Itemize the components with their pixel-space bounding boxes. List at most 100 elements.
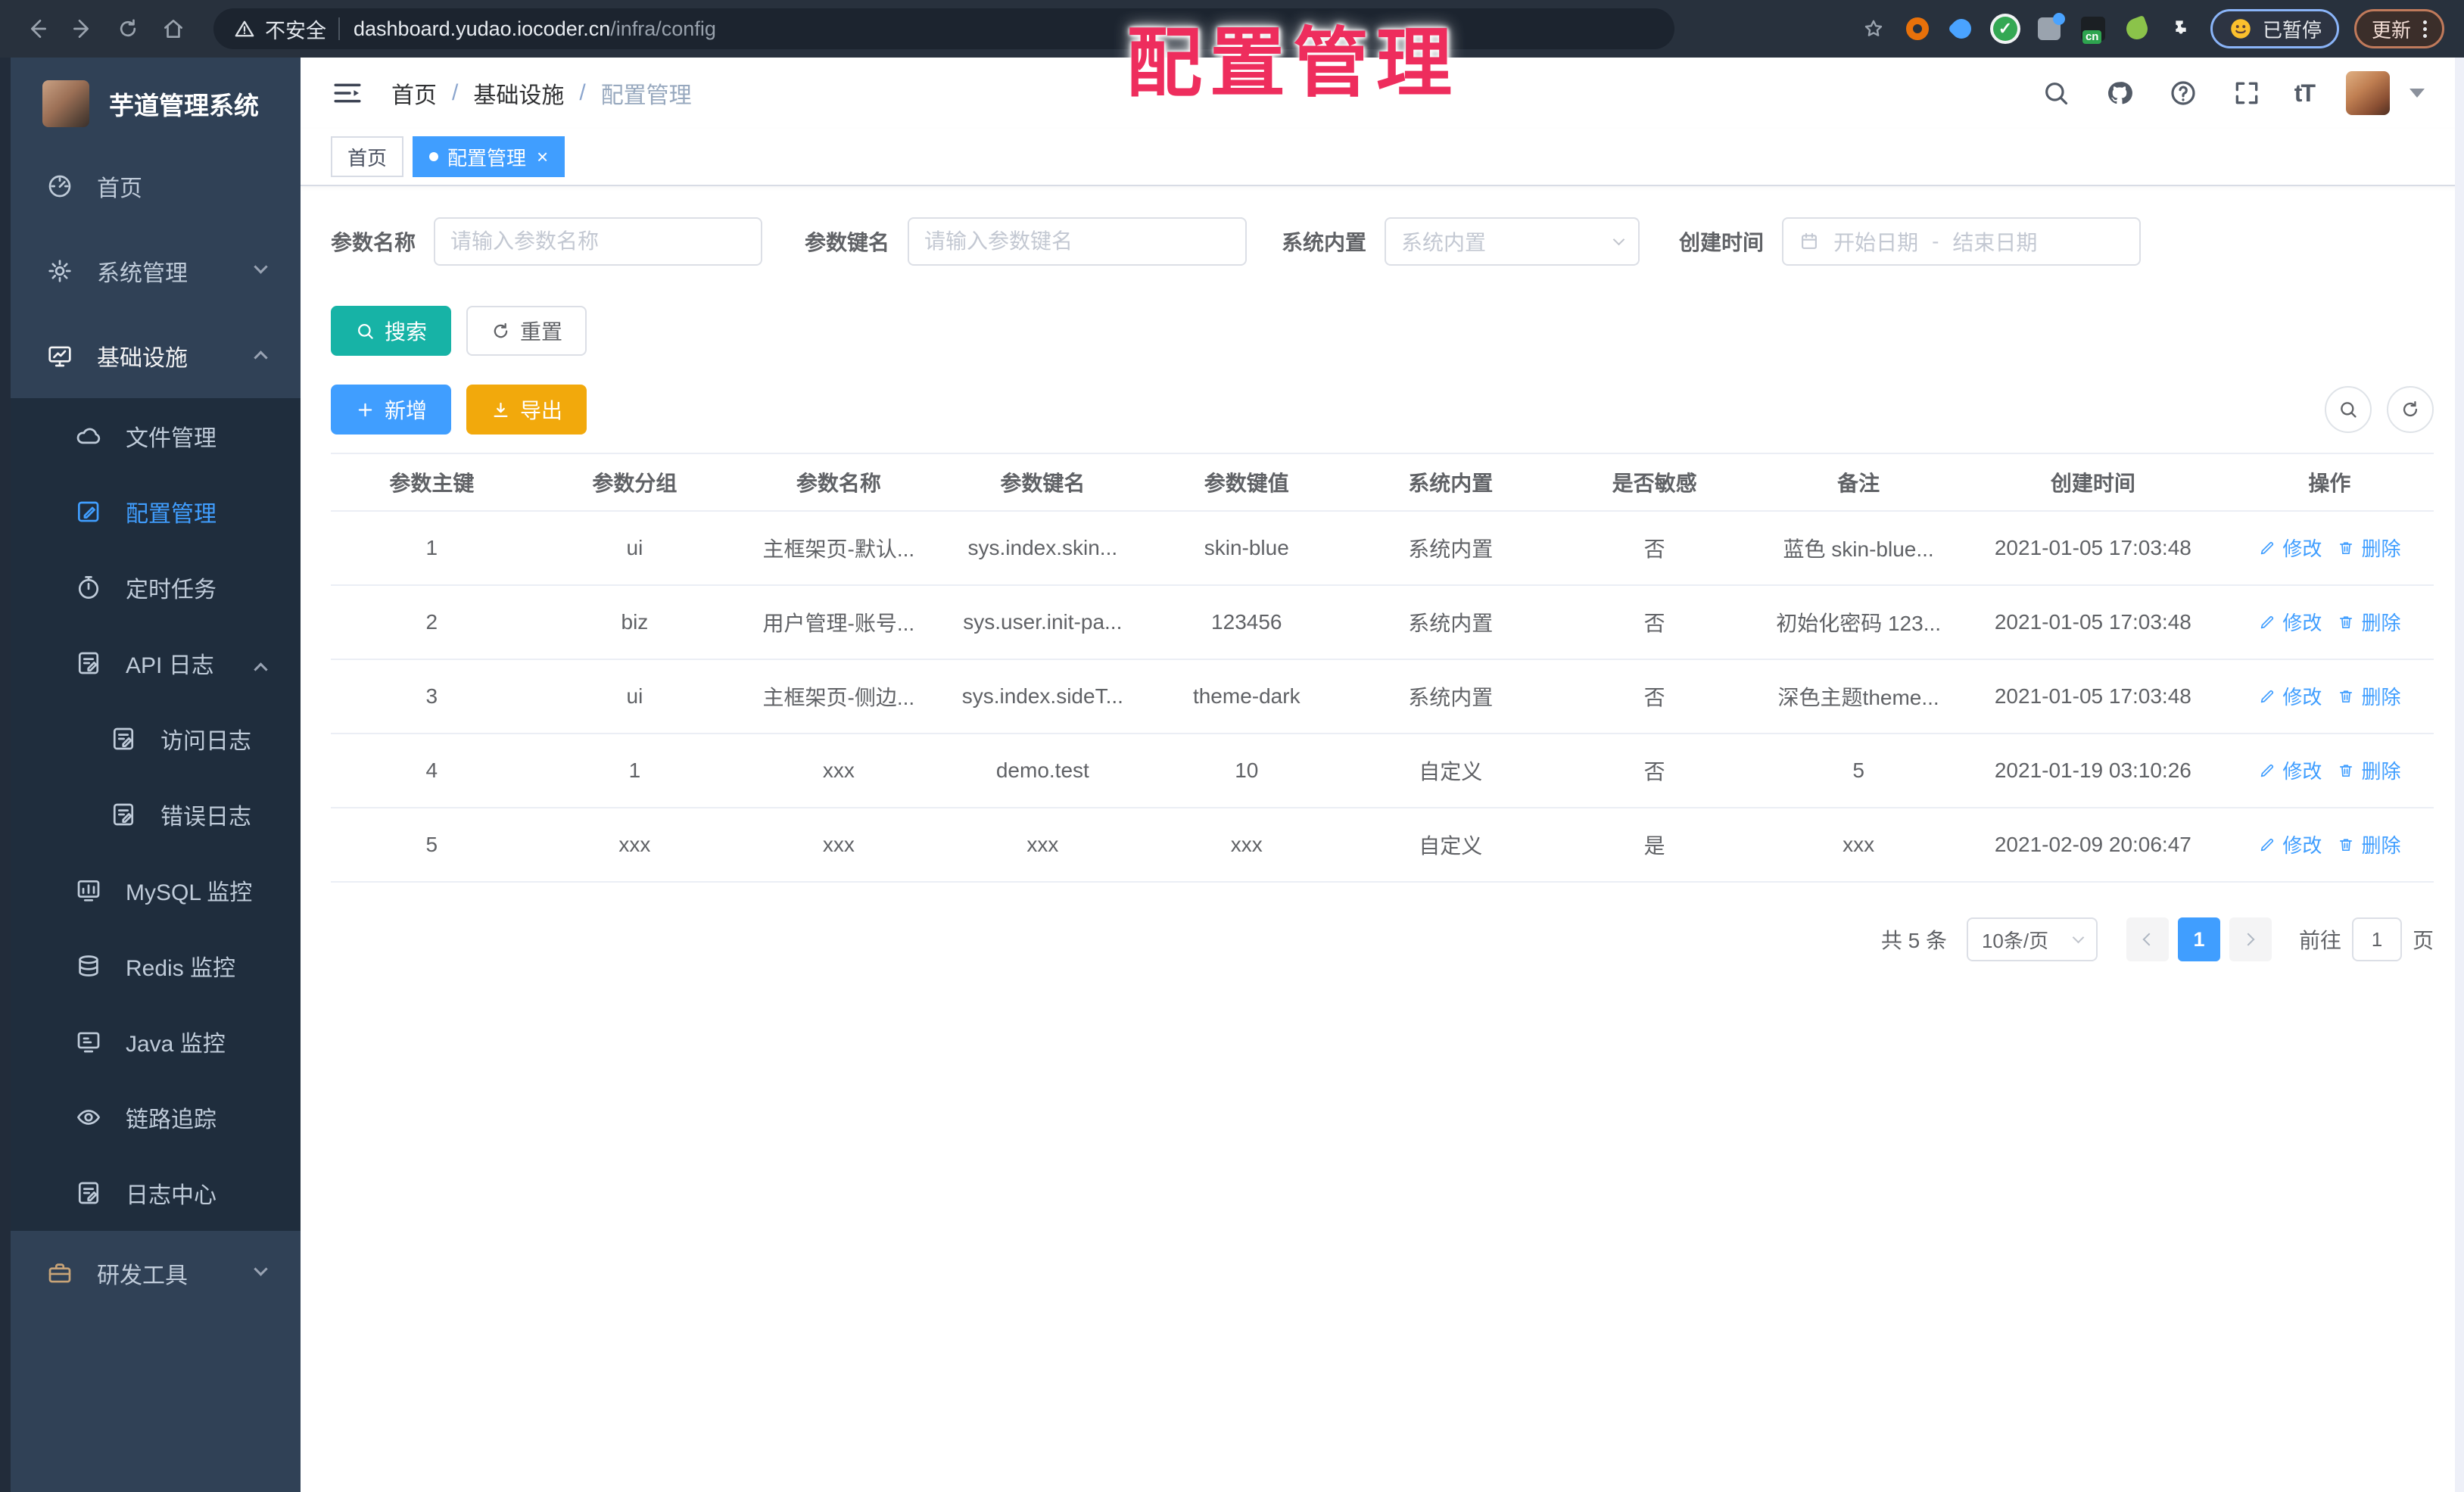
prev-page-button[interactable] xyxy=(2126,917,2169,961)
help-icon[interactable] xyxy=(2167,77,2199,109)
bookmark-star-icon[interactable] xyxy=(1859,14,1888,43)
browser-update-button[interactable]: 更新 xyxy=(2353,9,2444,48)
browser-menu-icon[interactable] xyxy=(2423,20,2427,38)
app-logo xyxy=(42,80,89,127)
avatar-caret-icon[interactable] xyxy=(2409,89,2425,98)
table-header-row: 参数主键 参数分组 参数名称 参数键名 参数键值 系统内置 是否敏感 备注 创建时间 操作 xyxy=(331,453,2434,512)
sidebar-item-系统管理[interactable]: 系统管理 xyxy=(11,229,301,313)
sidebar-item-错误日志[interactable]: 错误日志 xyxy=(11,777,301,852)
column-header-是否敏感: 是否敏感 xyxy=(1552,453,1757,512)
browser-home-icon[interactable] xyxy=(156,11,191,46)
chevron-up-icon xyxy=(254,350,268,365)
param-name-field[interactable] xyxy=(434,217,763,266)
sidebar-item-日志中心[interactable]: 日志中心 xyxy=(11,1155,301,1231)
doc-edit-icon xyxy=(74,1179,103,1207)
cell-key: sys.user.init-pa... xyxy=(940,585,1145,660)
export-button[interactable]: 导出 xyxy=(466,385,587,435)
sidebar-item-研发工具[interactable]: 研发工具 xyxy=(11,1231,301,1316)
sidebar-item-链路追踪[interactable]: 链路追踪 xyxy=(11,1079,301,1155)
goto-label: 前往 xyxy=(2298,929,2341,952)
table-body: 1 ui 主框架页-默认... sys.index.skin... skin-blue 系… xyxy=(331,511,2434,883)
reset-button[interactable]: 重置 xyxy=(466,306,587,356)
fullscreen-icon[interactable] xyxy=(2231,77,2263,109)
search-icon[interactable] xyxy=(2040,77,2072,109)
param-name-input[interactable] xyxy=(450,229,746,254)
edit-link[interactable]: 修改 xyxy=(2258,682,2322,710)
extension-green-check-icon[interactable]: ✓ xyxy=(1991,14,2020,43)
column-header-操作: 操作 xyxy=(2225,453,2434,512)
sidebar-item-基础设施[interactable]: 基础设施 xyxy=(11,313,301,398)
start-date-placeholder[interactable]: 开始日期 xyxy=(1833,226,1918,257)
extension-cn-icon[interactable]: cn xyxy=(2079,14,2107,44)
extension-grid-icon[interactable] xyxy=(2035,13,2065,43)
end-date-placeholder[interactable]: 结束日期 xyxy=(1952,226,2037,257)
delete-link[interactable]: 删除 xyxy=(2337,830,2400,858)
browser-forward-icon[interactable] xyxy=(65,11,100,46)
edit-link[interactable]: 修改 xyxy=(2258,756,2322,784)
cell-id: 2 xyxy=(331,585,533,660)
edit-link[interactable]: 修改 xyxy=(2258,608,2322,636)
cell-sensitive: 否 xyxy=(1552,511,1757,586)
doc-edit-icon xyxy=(74,649,103,677)
edit-link[interactable]: 修改 xyxy=(2258,830,2322,858)
sidebar-item-label: 基础设施 xyxy=(97,346,188,371)
cell-key: sys.index.sideT... xyxy=(940,659,1145,734)
sidebar-item-配置管理[interactable]: 配置管理 xyxy=(11,474,301,550)
page-size-select[interactable]: 10条/页 xyxy=(1966,917,2098,961)
security-label[interactable]: 不安全 xyxy=(265,14,326,44)
next-page-button[interactable] xyxy=(2229,917,2272,961)
browser-back-icon[interactable] xyxy=(20,11,55,46)
date-range-picker[interactable]: 开始日期 - 结束日期 xyxy=(1782,217,2142,266)
breadcrumb-item-首页[interactable]: 首页 xyxy=(391,76,437,110)
refresh-table-icon-button[interactable] xyxy=(2387,386,2434,433)
user-avatar[interactable] xyxy=(2346,71,2390,115)
sidebar-item-文件管理[interactable]: 文件管理 xyxy=(11,398,301,474)
sidebar-item-API 日志[interactable]: API 日志 xyxy=(11,625,301,701)
search-button[interactable]: 搜索 xyxy=(331,306,452,356)
sidebar-fold-icon[interactable] xyxy=(331,76,364,110)
param-key-input[interactable] xyxy=(924,229,1231,254)
param-key-field[interactable] xyxy=(908,217,1248,266)
delete-link[interactable]: 删除 xyxy=(2337,682,2400,710)
cell-id: 1 xyxy=(331,511,533,586)
browser-reload-icon[interactable] xyxy=(111,11,145,46)
sidebar-item-Java 监控[interactable]: Java 监控 xyxy=(11,1004,301,1079)
cell-sensitive: 是 xyxy=(1552,808,1757,883)
delete-link[interactable]: 删除 xyxy=(2337,534,2400,562)
github-icon[interactable] xyxy=(2104,77,2135,109)
builtin-select[interactable]: 系统内置 xyxy=(1385,217,1640,266)
sidebar-item-访问日志[interactable]: 访问日志 xyxy=(11,701,301,777)
edit-link[interactable]: 修改 xyxy=(2258,534,2322,562)
table-tools xyxy=(2325,386,2434,433)
delete-link[interactable]: 删除 xyxy=(2337,608,2400,636)
goto-page-input[interactable] xyxy=(2351,917,2402,961)
create-time-label: 创建时间 xyxy=(1679,231,1765,254)
extension-pin-icon[interactable] xyxy=(1947,14,1976,43)
profile-paused-pill[interactable]: 已暂停 xyxy=(2210,9,2339,48)
sidebar-item-label: 配置管理 xyxy=(126,502,216,527)
scrollbar[interactable] xyxy=(2455,58,2464,1492)
page-1-button[interactable]: 1 xyxy=(2177,917,2220,961)
url-bar[interactable]: 不安全 dashboard.yudao.iocoder.cn /infra/co… xyxy=(213,8,1674,49)
sidebar-item-Redis 监控[interactable]: Redis 监控 xyxy=(11,928,301,1004)
sidebar-item-label: 访问日志 xyxy=(160,729,251,754)
sidebar-item-首页[interactable]: 首页 xyxy=(11,144,301,229)
tag-close-icon[interactable]: × xyxy=(537,147,548,167)
toggle-search-icon-button[interactable] xyxy=(2325,386,2372,433)
tag-home[interactable]: 首页 xyxy=(331,136,404,177)
font-size-icon[interactable]: tT xyxy=(2294,79,2316,107)
sidebar-item-定时任务[interactable]: 定时任务 xyxy=(11,550,301,625)
extensions-puzzle-icon[interactable] xyxy=(2167,14,2195,43)
app-logo-row[interactable]: 芋道管理系统 xyxy=(11,58,301,144)
cell-key: xxx xyxy=(940,808,1145,883)
doc-edit-icon xyxy=(109,800,138,829)
add-button[interactable]: 新增 xyxy=(331,385,452,435)
sidebar-item-MySQL 监控[interactable]: MySQL 监控 xyxy=(11,852,301,928)
sidebar-item-label: 链路追踪 xyxy=(126,1107,216,1132)
delete-link[interactable]: 删除 xyxy=(2337,756,2400,784)
extension-leaf-icon[interactable] xyxy=(2123,14,2151,43)
tag-config-active[interactable]: 配置管理 × xyxy=(413,136,565,177)
extension-orange-ring-icon[interactable] xyxy=(1903,14,1932,43)
breadcrumb-item-基础设施[interactable]: 基础设施 xyxy=(473,76,564,110)
table-row: 1 ui 主框架页-默认... sys.index.skin... skin-blue 系… xyxy=(331,511,2434,586)
